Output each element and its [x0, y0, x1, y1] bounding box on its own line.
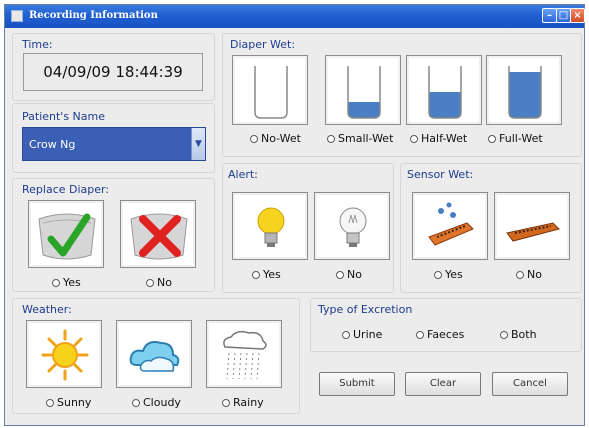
- half-wet-radio[interactable]: Half-Wet: [410, 132, 467, 145]
- cup-half-icon: [428, 66, 462, 119]
- radio-icon: [146, 279, 154, 287]
- diaper-cross-icon: [130, 213, 188, 260]
- radio-label: Yes: [445, 268, 463, 281]
- radio-label: Yes: [63, 276, 81, 289]
- time-display: 04/09/09 18:44:39: [23, 53, 203, 91]
- radio-label: No: [157, 276, 172, 289]
- radio-icon: [46, 399, 54, 407]
- alert-yes-tile[interactable]: [232, 192, 308, 260]
- submit-button[interactable]: Submit: [319, 372, 395, 396]
- radio-icon: [222, 399, 230, 407]
- radio-icon: [52, 279, 60, 287]
- radio-label: Yes: [263, 268, 281, 281]
- half-wet-tile[interactable]: [406, 55, 482, 125]
- full-wet-radio[interactable]: Full-Wet: [488, 132, 543, 145]
- alert-no-tile[interactable]: [314, 192, 390, 260]
- cloudy-tile[interactable]: [116, 320, 192, 388]
- cup-full-icon: [508, 66, 542, 119]
- rain-icon: [223, 330, 267, 380]
- weather-label: Weather:: [22, 303, 72, 316]
- diaper-wet-label: Diaper Wet:: [230, 38, 296, 51]
- urine-radio[interactable]: Urine: [342, 328, 382, 341]
- radio-icon: [252, 271, 260, 279]
- radio-icon: [132, 399, 140, 407]
- radio-label: Faeces: [427, 328, 465, 341]
- radio-label: Full-Wet: [499, 132, 543, 145]
- minimize-button[interactable]: –: [542, 8, 557, 23]
- maximize-button[interactable]: □: [556, 8, 571, 23]
- sensor-wet-label: Sensor Wet:: [407, 168, 474, 181]
- replace-diaper-no-radio[interactable]: No: [146, 276, 172, 289]
- radio-icon: [336, 271, 344, 279]
- sensor-no-radio[interactable]: No: [516, 268, 542, 281]
- dry-sensor-icon: [506, 222, 560, 242]
- replace-diaper-yes-radio[interactable]: Yes: [52, 276, 81, 289]
- close-button[interactable]: ×: [570, 8, 585, 23]
- cup-small-icon: [347, 66, 381, 119]
- alert-label: Alert:: [228, 168, 258, 181]
- patient-name-select[interactable]: Crow Ng ▼: [22, 127, 206, 161]
- time-label: Time:: [22, 38, 53, 51]
- title-bar[interactable]: Recording Information – □ ×: [5, 5, 585, 28]
- lightbulb-on-icon: [257, 207, 285, 247]
- alert-yes-radio[interactable]: Yes: [252, 268, 281, 281]
- radio-icon: [327, 135, 335, 143]
- radio-icon: [500, 331, 508, 339]
- sun-icon: [41, 329, 89, 381]
- radio-icon: [488, 135, 496, 143]
- small-wet-radio[interactable]: Small-Wet: [327, 132, 393, 145]
- radio-label: No: [527, 268, 542, 281]
- radio-label: No-Wet: [261, 132, 301, 145]
- both-radio[interactable]: Both: [500, 328, 537, 341]
- clear-button[interactable]: Clear: [405, 372, 481, 396]
- radio-label: No: [347, 268, 362, 281]
- no-wet-tile[interactable]: [232, 55, 308, 125]
- radio-label: Sunny: [57, 396, 92, 409]
- radio-icon: [410, 135, 418, 143]
- radio-label: Half-Wet: [421, 132, 468, 145]
- replace-diaper-no-tile[interactable]: [120, 200, 196, 268]
- cup-empty-icon: [254, 66, 288, 119]
- sensor-yes-radio[interactable]: Yes: [434, 268, 463, 281]
- radio-label: Urine: [353, 328, 383, 341]
- lightbulb-off-icon: [339, 207, 367, 247]
- rainy-radio[interactable]: Rainy: [222, 396, 264, 409]
- cloudy-radio[interactable]: Cloudy: [132, 396, 181, 409]
- radio-label: Both: [511, 328, 537, 341]
- sunny-radio[interactable]: Sunny: [46, 396, 91, 409]
- small-wet-tile[interactable]: [325, 55, 401, 125]
- sensor-yes-tile[interactable]: [412, 192, 488, 260]
- faeces-radio[interactable]: Faeces: [416, 328, 464, 341]
- radio-label: Cloudy: [143, 396, 181, 409]
- radio-icon: [342, 331, 350, 339]
- patient-name-value: Crow Ng: [29, 138, 76, 151]
- replace-diaper-label: Replace Diaper:: [22, 183, 110, 196]
- cancel-button[interactable]: Cancel: [492, 372, 568, 396]
- rainy-tile[interactable]: [206, 320, 282, 388]
- full-wet-tile[interactable]: [486, 55, 562, 125]
- radio-icon: [250, 135, 258, 143]
- radio-label: Small-Wet: [338, 132, 394, 145]
- alert-no-radio[interactable]: No: [336, 268, 362, 281]
- sunny-tile[interactable]: [26, 320, 102, 388]
- radio-icon: [416, 331, 424, 339]
- sensor-no-tile[interactable]: [494, 192, 570, 260]
- patient-label: Patient's Name: [22, 110, 106, 123]
- window-title: Recording Information: [29, 10, 158, 21]
- cloud-icon: [129, 341, 180, 372]
- radio-icon: [516, 271, 524, 279]
- app-icon: [11, 10, 23, 22]
- radio-icon: [434, 271, 442, 279]
- wet-sensor-icon: [428, 202, 474, 246]
- excretion-label: Type of Excretion: [318, 303, 413, 316]
- chevron-down-icon[interactable]: ▼: [191, 128, 205, 160]
- no-wet-radio[interactable]: No-Wet: [250, 132, 301, 145]
- replace-diaper-yes-tile[interactable]: [28, 200, 104, 268]
- diaper-check-icon: [38, 213, 96, 260]
- radio-label: Rainy: [233, 396, 264, 409]
